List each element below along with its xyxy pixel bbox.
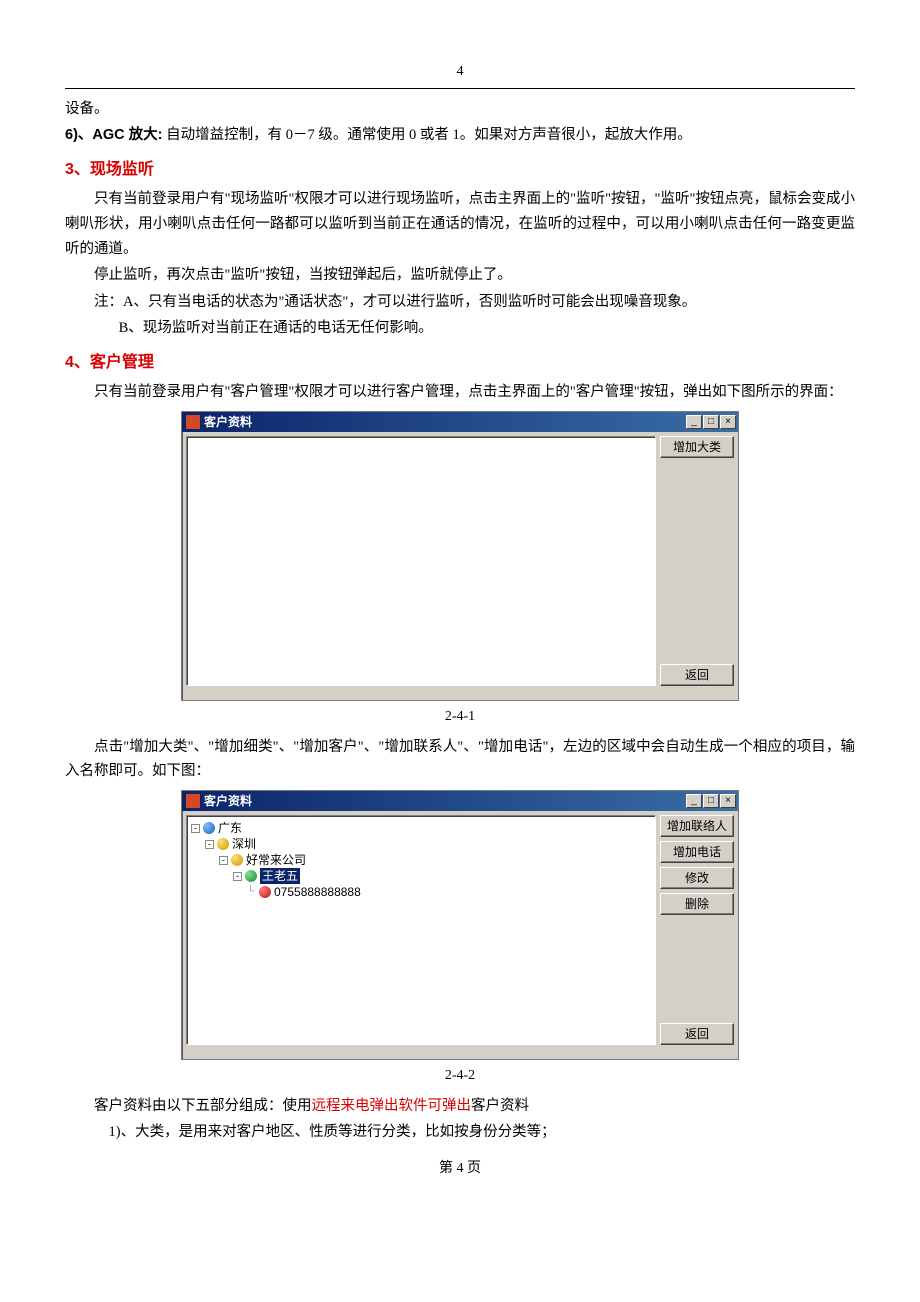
close-icon[interactable]: × (720, 794, 736, 808)
dialog2-titlebar: 客户资料 _ □ × (182, 791, 738, 811)
tree-node-phone[interactable]: └ 0755888888888 (191, 884, 651, 900)
dialog2-side-panel: 增加联络人 增加电话 修改 删除 返回 (660, 815, 734, 1045)
document-page: 4 设备。 6)、AGC 放大: 自动增益控制，有 0－7 级。通常使用 0 或… (0, 0, 920, 1302)
add-contact-button[interactable]: 增加联络人 (660, 815, 734, 837)
heading-3: 3、现场监听 (65, 156, 855, 183)
minimize-icon[interactable]: _ (686, 794, 702, 808)
item6-label: 6)、AGC 放大: (65, 127, 162, 143)
item6-text: 自动增益控制，有 0－7 级。通常使用 0 或者 1。如果对方声音很小，起放大作… (162, 127, 691, 143)
tree-label: 广东 (218, 820, 242, 836)
phone-icon (259, 886, 271, 898)
sec3-note-b: B、现场监听对当前正在通话的电话无任何影响。 (65, 316, 855, 341)
dialog2-tree-panel[interactable]: - 广东 - 深圳 - 好常来公司 - (186, 815, 656, 1045)
app-icon (186, 794, 200, 808)
app-icon (186, 415, 200, 429)
header-rule (65, 88, 855, 89)
tree-label: 深圳 (232, 836, 256, 852)
tree-node-person[interactable]: - 王老五 (191, 868, 651, 884)
collapse-icon[interactable]: - (219, 856, 228, 865)
maximize-icon[interactable]: □ (703, 415, 719, 429)
heading-4: 4、客户管理 (65, 349, 855, 376)
return-button[interactable]: 返回 (660, 664, 734, 686)
window-controls: _ □ × (686, 415, 736, 429)
return-button[interactable]: 返回 (660, 1023, 734, 1045)
collapse-icon[interactable]: - (233, 872, 242, 881)
dialog1-title: 客户资料 (204, 412, 686, 432)
sec4-p1: 只有当前登录用户有"客户管理"权限才可以进行客户管理，点击主界面上的"客户管理"… (65, 380, 855, 405)
user-icon (245, 870, 257, 882)
minimize-icon[interactable]: _ (686, 415, 702, 429)
window-controls: _ □ × (686, 794, 736, 808)
add-phone-button[interactable]: 增加电话 (660, 841, 734, 863)
page-number-top: 4 (65, 60, 855, 84)
globe-icon (203, 822, 215, 834)
dialog2-body: - 广东 - 深圳 - 好常来公司 - (182, 811, 738, 1049)
dialog-footer (182, 690, 738, 700)
sec3-p2: 停止监听，再次点击"监听"按钮，当按钮弹起后，监听就停止了。 (65, 263, 855, 288)
add-category-button[interactable]: 增加大类 (660, 436, 734, 458)
sec3-p1: 只有当前登录用户有"现场监听"权限才可以进行现场监听，点击主界面上的"监听"按钮… (65, 187, 855, 261)
sec4-p3: 客户资料由以下五部分组成：使用远程来电弹出软件可弹出客户资料 (65, 1094, 855, 1119)
figure-caption-2: 2-4-2 (65, 1064, 855, 1088)
figure-caption-1: 2-4-1 (65, 705, 855, 729)
tree-label-selected: 王老五 (260, 868, 300, 884)
page-number-bottom: 第 4 页 (65, 1157, 855, 1181)
tree-node-province[interactable]: - 广东 (191, 820, 651, 836)
tree-node-city[interactable]: - 深圳 (191, 836, 651, 852)
dialog-footer (182, 1049, 738, 1059)
dialog2-title: 客户资料 (204, 791, 686, 811)
delete-button[interactable]: 删除 (660, 893, 734, 915)
spacer (660, 462, 734, 660)
maximize-icon[interactable]: □ (703, 794, 719, 808)
tree-connector: └ (247, 884, 259, 900)
folder-icon (217, 838, 229, 850)
sec4-p3-b: 客户资料 (471, 1098, 529, 1114)
dialog1-titlebar: 客户资料 _ □ × (182, 412, 738, 432)
collapse-icon[interactable]: - (205, 840, 214, 849)
screenshot-dialog-2: 客户资料 _ □ × - 广东 - 深圳 (181, 790, 739, 1060)
sec4-p2: 点击"增加大类"、"增加细类"、"增加客户"、"增加联系人"、"增加电话"，左边… (65, 735, 855, 784)
dialog1-body: 增加大类 返回 (182, 432, 738, 690)
sec4-p3-a: 客户资料由以下五部分组成：使用 (94, 1098, 312, 1114)
folder-icon (231, 854, 243, 866)
paragraph-item6: 6)、AGC 放大: 自动增益控制，有 0－7 级。通常使用 0 或者 1。如果… (65, 123, 855, 148)
dialog1-tree-panel[interactable] (186, 436, 656, 686)
modify-button[interactable]: 修改 (660, 867, 734, 889)
sec3-note-a: 注：A、只有当电话的状态为"通话状态"，才可以进行监听，否则监听时可能会出现噪音… (65, 290, 855, 315)
collapse-icon[interactable]: - (191, 824, 200, 833)
paragraph-device: 设备。 (65, 97, 855, 122)
tree-label: 好常来公司 (246, 852, 306, 868)
sec4-p3-link: 远程来电弹出软件可弹出 (312, 1098, 472, 1114)
tree-label: 0755888888888 (274, 884, 361, 900)
sec4-item1: 1)、大类，是用来对客户地区、性质等进行分类，比如按身份分类等； (65, 1120, 855, 1145)
spacer (660, 919, 734, 1019)
screenshot-dialog-1: 客户资料 _ □ × 增加大类 返回 (181, 411, 739, 701)
dialog1-side-panel: 增加大类 返回 (660, 436, 734, 686)
close-icon[interactable]: × (720, 415, 736, 429)
tree-node-company[interactable]: - 好常来公司 (191, 852, 651, 868)
